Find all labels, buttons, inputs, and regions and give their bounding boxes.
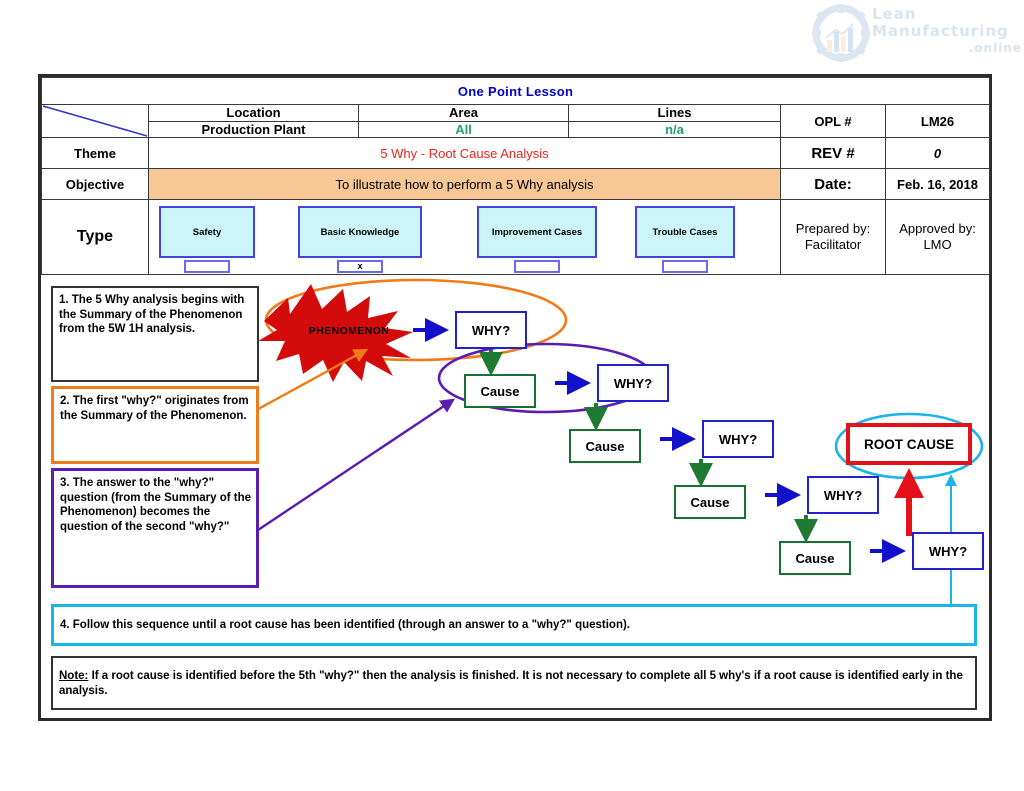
type-box-improvement-cases[interactable]: Improvement Cases: [477, 206, 597, 258]
step-4-note: 4. Follow this sequence until a root cau…: [51, 604, 977, 646]
prepared-by-cell: Prepared by: Facilitator: [780, 199, 886, 275]
rev-label: REV #: [780, 137, 886, 169]
lines-value[interactable]: n/a: [568, 121, 781, 138]
type-box-safety[interactable]: Safety: [159, 206, 255, 258]
area-label: Area: [358, 104, 569, 122]
prepared-by-value[interactable]: Facilitator: [781, 237, 885, 253]
rev-value[interactable]: 0: [884, 137, 991, 169]
objective-value[interactable]: To illustrate how to perform a 5 Why ana…: [148, 168, 781, 200]
prepared-by-label: Prepared by:: [795, 221, 871, 236]
diagonal-line-icon: [42, 105, 148, 137]
diagonal-cell: [41, 104, 149, 138]
pointer-step3-to-cause1: [236, 398, 455, 545]
type-checkbox-improvement-cases[interactable]: [514, 260, 560, 273]
why-box-5[interactable]: WHY?: [912, 532, 984, 570]
cause-box-3[interactable]: Cause: [674, 485, 746, 519]
opl-number-label: OPL #: [780, 104, 886, 138]
watermark-line-3: .online: [968, 41, 1022, 55]
date-label: Date:: [780, 168, 886, 200]
why-box-3[interactable]: WHY?: [702, 420, 774, 458]
location-header-row: Location Area Lines OPL # LM26: [41, 104, 991, 138]
type-checkbox-trouble-cases[interactable]: [662, 260, 708, 273]
type-checkbox-basic-knowledge[interactable]: x: [337, 260, 383, 273]
theme-label: Theme: [41, 137, 149, 169]
gear-bar-chart-icon: [812, 4, 870, 62]
type-row: Type Safety Basic Knowledge x Improvemen…: [41, 199, 991, 275]
note-text: If a root cause is identified before the…: [59, 670, 963, 697]
phenomenon-label: PHENOMENON: [308, 325, 390, 337]
objective-label: Objective: [41, 168, 149, 200]
type-label: Type: [41, 199, 149, 275]
cause-box-4[interactable]: Cause: [779, 541, 851, 575]
location-label: Location: [148, 104, 359, 122]
location-value[interactable]: Production Plant: [148, 121, 359, 138]
note-label: Note:: [59, 670, 89, 682]
theme-row: Theme 5 Why - Root Cause Analysis REV # …: [41, 137, 991, 169]
watermark-line-1: Lean: [872, 5, 917, 23]
opl-sheet: One Point Lesson Location Area Lines OPL…: [38, 74, 992, 721]
approved-by-value[interactable]: LMO: [886, 237, 989, 253]
opl-header-table: One Point Lesson Location Area Lines OPL…: [40, 77, 991, 275]
cause-box-1[interactable]: Cause: [464, 374, 536, 408]
lines-label: Lines: [568, 104, 781, 122]
date-value[interactable]: Feb. 16, 2018: [884, 168, 991, 200]
type-label-trouble-cases: Trouble Cases: [652, 226, 718, 238]
objective-row: Objective To illustrate how to perform a…: [41, 168, 991, 200]
why-box-1[interactable]: WHY?: [455, 311, 527, 349]
step-1-note: 1. The 5 Why analysis begins with the Su…: [51, 286, 259, 382]
five-why-diagram: PHENOMENON WHY? Cause WHY? Cause WHY? Ca…: [41, 278, 989, 718]
approved-by-label: Approved by:: [899, 221, 976, 236]
why-box-4[interactable]: WHY?: [807, 476, 879, 514]
page-title: One Point Lesson: [40, 77, 991, 105]
type-options: Safety Basic Knowledge x Improvement Cas…: [149, 200, 780, 274]
title-row: One Point Lesson: [40, 77, 991, 105]
type-checkbox-safety[interactable]: [184, 260, 230, 273]
root-cause-box[interactable]: ROOT CAUSE: [846, 423, 972, 465]
type-label-improvement-cases: Improvement Cases: [491, 226, 583, 238]
approved-by-cell: Approved by: LMO: [884, 199, 991, 275]
watermark-logo: Lean Manufacturing .online: [812, 4, 1022, 62]
type-options-cell: Safety Basic Knowledge x Improvement Cas…: [148, 199, 781, 275]
step-2-note: 2. The first "why?" originates from the …: [51, 386, 259, 464]
footer-note: Note: If a root cause is identified befo…: [51, 656, 977, 710]
type-box-trouble-cases[interactable]: Trouble Cases: [635, 206, 735, 258]
why-box-2[interactable]: WHY?: [597, 364, 669, 402]
watermark-line-2: Manufacturing: [872, 22, 1009, 40]
type-label-safety: Safety: [192, 226, 222, 238]
watermark-text: Lean Manufacturing .online: [872, 6, 1022, 57]
opl-number-value: LM26: [884, 104, 991, 138]
type-box-basic-knowledge[interactable]: Basic Knowledge: [298, 206, 422, 258]
type-label-basic-knowledge: Basic Knowledge: [320, 226, 400, 238]
step-3-note: 3. The answer to the "why?" question (fr…: [51, 468, 259, 588]
cause-box-2[interactable]: Cause: [569, 429, 641, 463]
theme-value[interactable]: 5 Why - Root Cause Analysis: [148, 137, 781, 169]
area-value[interactable]: All: [358, 121, 569, 138]
